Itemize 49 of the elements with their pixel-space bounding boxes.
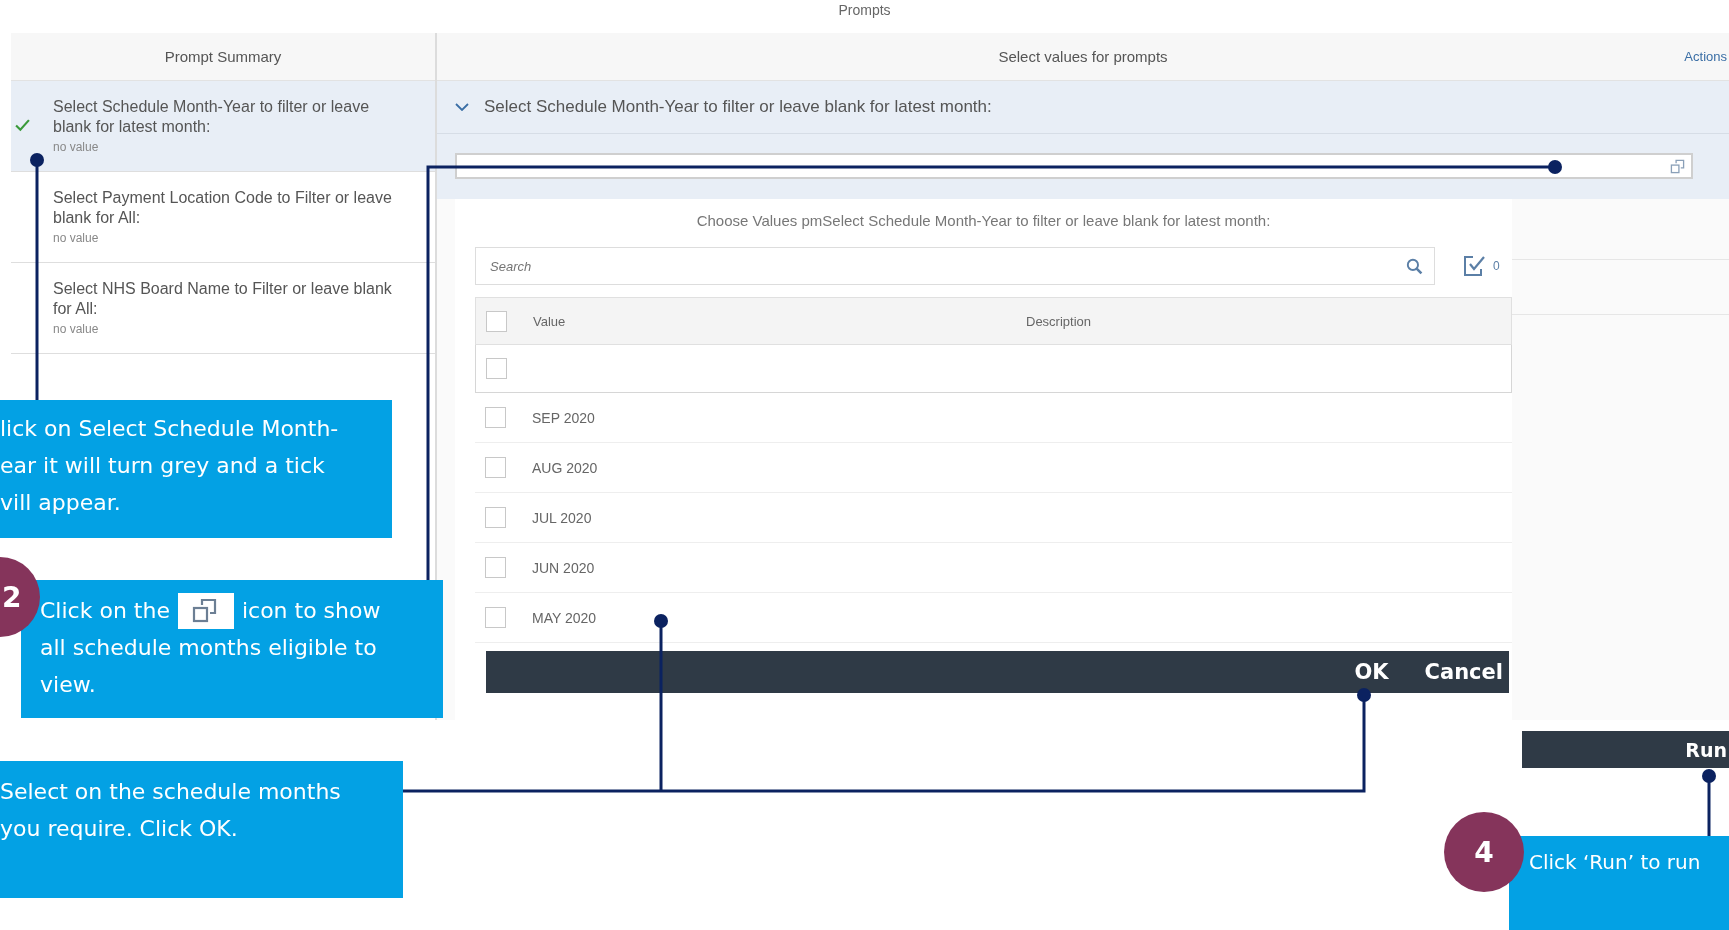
panel-header: Select values for prompts bbox=[998, 48, 1168, 65]
table-cell-text: JUL 2020 bbox=[532, 509, 593, 526]
actions-link[interactable]: Actions bbox=[1684, 49, 1727, 64]
row-checkbox[interactable] bbox=[485, 607, 506, 628]
panel-header: Prompt Summary bbox=[11, 33, 435, 81]
prompt-item[interactable]: Select NHS Board Name to Filter or leave blank for All: no value bbox=[11, 263, 435, 354]
callout-text: Click on the bbox=[40, 597, 170, 625]
column-header: Value bbox=[533, 313, 567, 329]
column-header: Description bbox=[1026, 313, 1093, 329]
row-checkbox[interactable] bbox=[485, 407, 506, 428]
prompt-title: Select Schedule Month-Year to filter or leave blank for latest month: bbox=[484, 97, 992, 117]
table-cell-text: AUG 2020 bbox=[532, 459, 599, 476]
callout-text: Select on the schedule months you require. Click OK. bbox=[0, 778, 342, 843]
callout-text: Click ‘Run’ to run bbox=[1529, 849, 1702, 876]
value-picker-icon[interactable] bbox=[1670, 158, 1685, 174]
leader-line bbox=[1702, 769, 1716, 836]
cancel-button[interactable]: Cancel bbox=[1424, 660, 1503, 684]
step-badge: 4 bbox=[1444, 812, 1524, 892]
step-badge: 2 bbox=[0, 557, 40, 637]
run-button[interactable]: Run bbox=[1522, 731, 1729, 768]
selected-items-icon[interactable] bbox=[1463, 255, 1487, 277]
table-cell-text: SEP 2020 bbox=[532, 409, 596, 426]
search-icon[interactable] bbox=[1406, 258, 1423, 275]
search-field[interactable]: Search bbox=[475, 247, 1435, 285]
row-checkbox[interactable] bbox=[485, 457, 506, 478]
page-title: Prompts bbox=[838, 2, 891, 18]
callout-text: lick on Select Schedule Month- ear it will turn grey and a tick vill appear. bbox=[0, 415, 340, 517]
row-checkbox[interactable] bbox=[485, 557, 506, 578]
value-picker-icon bbox=[177, 592, 234, 629]
value-field[interactable] bbox=[455, 153, 1693, 179]
prompt-label: Select Payment Location Code to Filter or leave blank for All: bbox=[53, 188, 393, 228]
prompt-item[interactable]: Select Payment Location Code to Filter or leave blank for All: no value bbox=[11, 172, 435, 263]
prompt-item[interactable]: Select Schedule Month-Year to filter or leave blank for latest month: no value bbox=[11, 81, 435, 172]
chevron-icon[interactable] bbox=[455, 103, 469, 111]
prompt-value: no value bbox=[53, 231, 99, 245]
table-cell-text: JUN 2020 bbox=[532, 559, 596, 576]
select-all-checkbox[interactable] bbox=[486, 310, 507, 332]
prompt-value: no value bbox=[53, 322, 99, 336]
selected-count: 0 bbox=[1493, 259, 1500, 273]
callout-text: all schedule months eligible to view. bbox=[40, 634, 378, 699]
prompt-label: Select NHS Board Name to Filter or leave blank for All: bbox=[53, 279, 393, 319]
callout-text: icon to show bbox=[241, 597, 381, 625]
ok-button[interactable]: OK bbox=[1354, 660, 1389, 684]
prompt-label: Select Schedule Month-Year to filter or leave blank for latest month: bbox=[53, 97, 371, 137]
prompt-value: no value bbox=[53, 140, 99, 154]
table-cell-text: MAY 2020 bbox=[532, 609, 598, 626]
dialog-title: Choose Values pmSelect Schedule Month-Year to filter or leave blank for latest month: bbox=[695, 211, 1272, 231]
row-checkbox[interactable] bbox=[485, 507, 506, 528]
row-checkbox[interactable] bbox=[486, 358, 507, 379]
